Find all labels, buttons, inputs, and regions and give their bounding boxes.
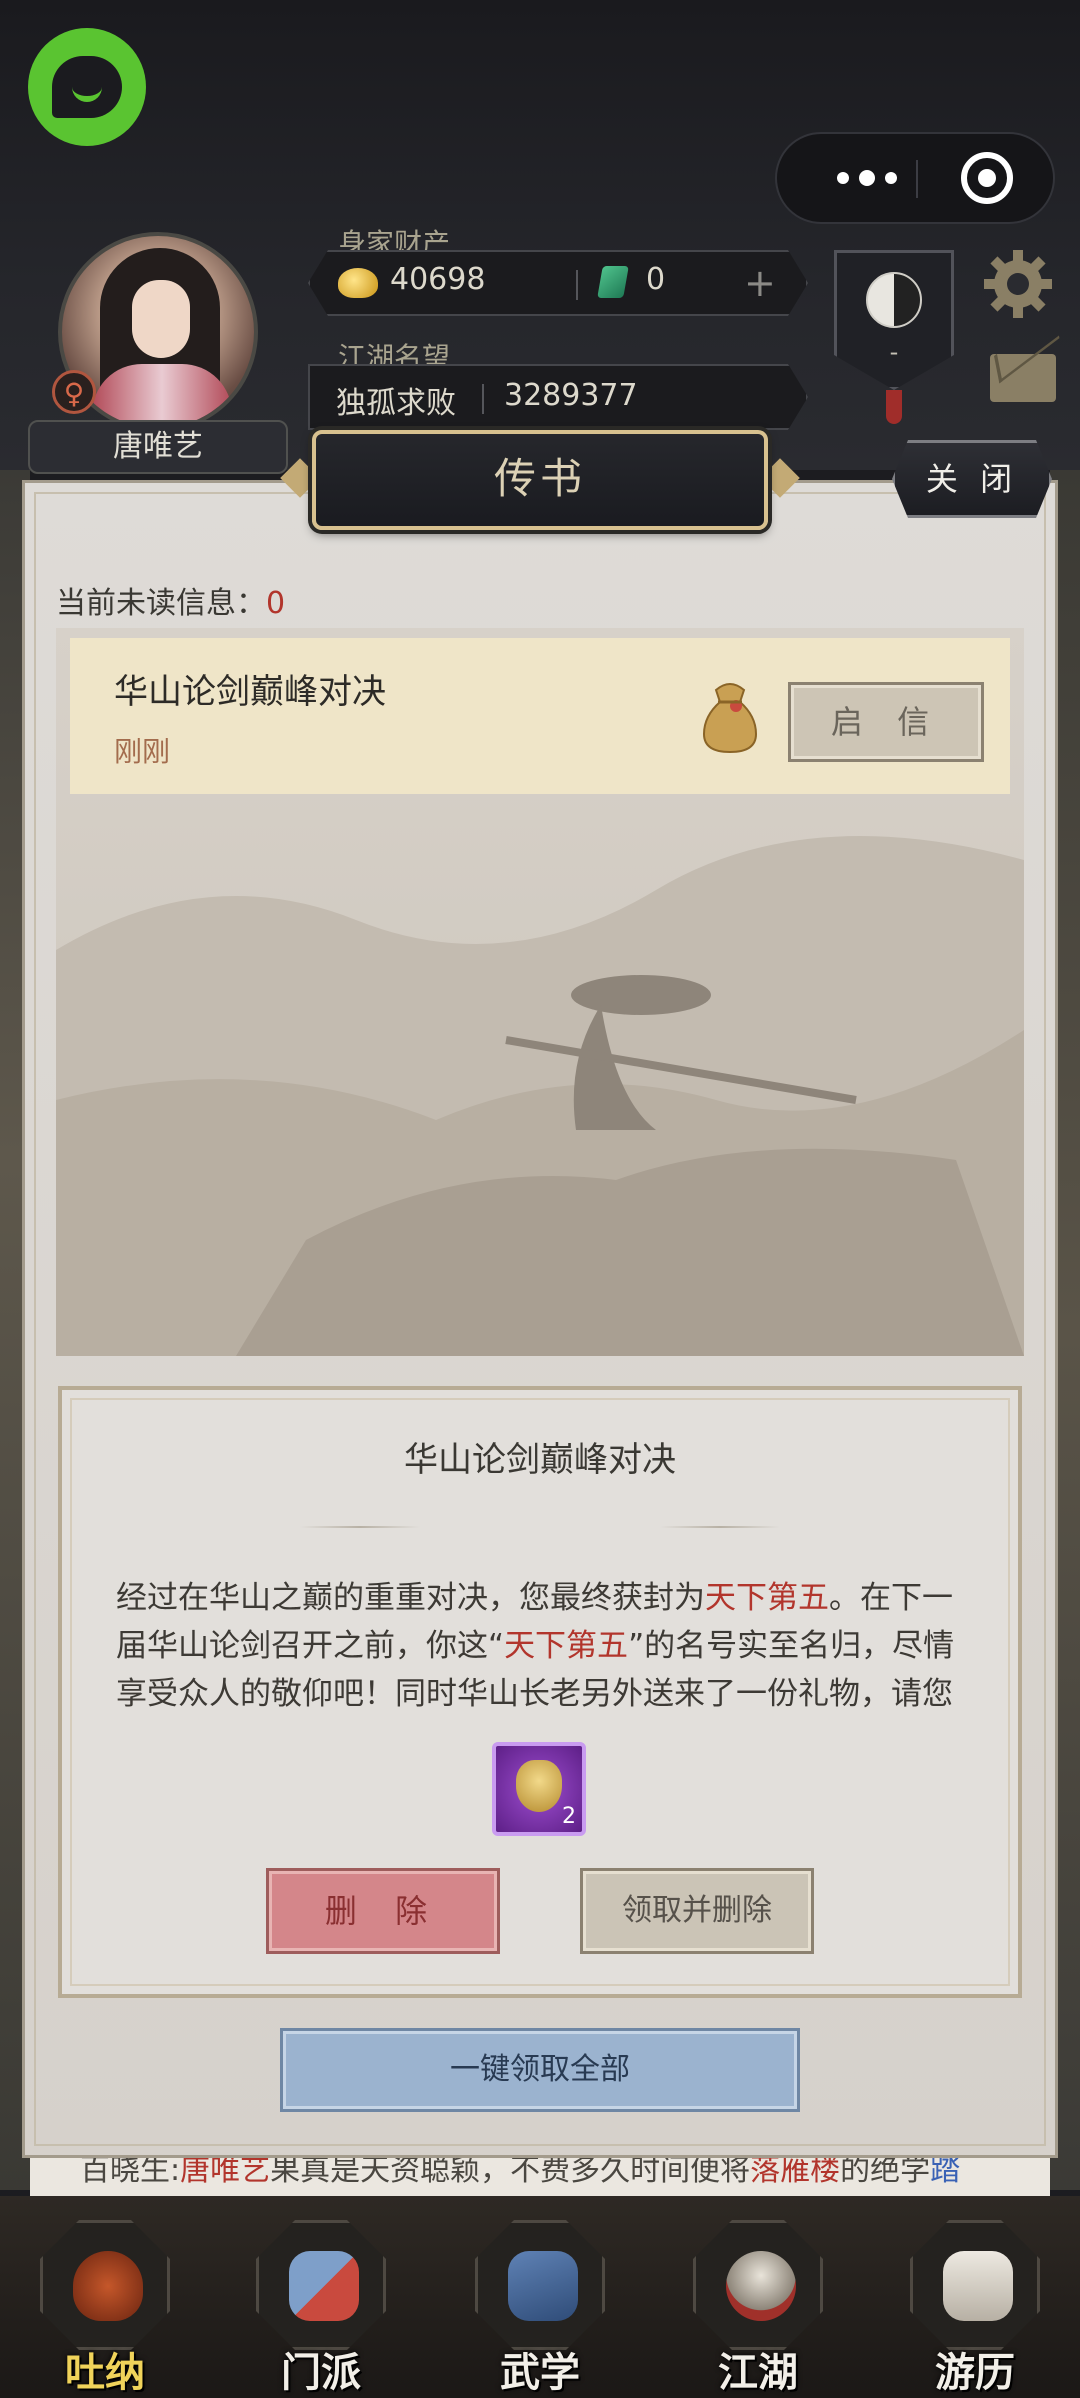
nav-label: 游历 — [935, 2349, 1015, 2396]
hat-icon — [693, 2220, 823, 2350]
gold-ingot-icon — [338, 268, 378, 298]
sect-badge-label: - — [889, 338, 899, 366]
divider — [576, 270, 578, 300]
jade-value: 0 — [646, 262, 666, 297]
chat-player-link[interactable]: 唐唯艺 — [180, 2153, 270, 2188]
token-icon — [516, 1760, 562, 1812]
nav-item-youli[interactable]: 游历 — [900, 2212, 1050, 2396]
unread-count: 0 — [266, 586, 286, 621]
nav-label: 武学 — [500, 2349, 580, 2396]
gear-icon[interactable] — [980, 246, 1056, 322]
close-miniprogram-icon[interactable] — [961, 152, 1013, 204]
close-button[interactable]: 关 闭 — [892, 440, 1052, 518]
message-time: 刚刚 — [114, 735, 171, 768]
reputation-title: 独孤求败 — [336, 386, 456, 421]
divider — [482, 384, 484, 414]
nav-label: 江湖 — [718, 2349, 798, 2396]
nav-item-tuna[interactable]: 吐纳 — [30, 2212, 180, 2396]
message-title: 华山论剑巅峰对决 — [114, 672, 386, 712]
horse-icon — [910, 2220, 1040, 2350]
claim-all-button[interactable]: 一键领取全部 — [280, 2028, 800, 2112]
yin-yang-icon — [866, 272, 922, 328]
delete-button[interactable]: 删 除 — [266, 1868, 500, 1954]
letter-title: 华山论剑巅峰对决 — [404, 1440, 676, 1480]
open-letter-button[interactable]: 启 信 — [788, 682, 984, 762]
more-icon[interactable] — [817, 134, 917, 222]
app-logo-icon — [28, 28, 146, 146]
divider — [660, 1526, 780, 1528]
divider — [300, 1526, 420, 1528]
gift-bag-icon — [702, 683, 758, 754]
add-currency-button[interactable]: + — [744, 264, 776, 302]
unread-info: 当前未读信息：0 — [56, 578, 285, 622]
letter-body: 经过在华山之巅的重重对决，您最终获封为天下第五。在下一届华山论剑召开之前，你这“… — [116, 1580, 955, 1712]
scroll-icon — [475, 2220, 605, 2350]
nav-item-jianghu[interactable]: 江湖 — [683, 2212, 833, 2396]
nav-label: 门派 — [281, 2349, 361, 2396]
flag-icon — [256, 2220, 386, 2350]
capsule-menu — [775, 132, 1055, 224]
reputation-value: 3289377 — [504, 378, 638, 413]
tassel-icon — [886, 390, 902, 424]
nav-item-menpai[interactable]: 门派 — [246, 2212, 396, 2396]
unread-label: 当前未读信息： — [56, 586, 266, 621]
gourd-icon — [40, 2220, 170, 2350]
nav-item-wuxue[interactable]: 武学 — [465, 2212, 615, 2396]
rank-highlight: 天下第五 — [504, 1628, 629, 1664]
ink-landscape-image — [56, 836, 1024, 1356]
nav-label: 吐纳 — [65, 2349, 145, 2396]
chat-place-link[interactable]: 落雁楼 — [750, 2153, 840, 2188]
mail-icon[interactable] — [990, 354, 1056, 402]
gold-value: 40698 — [390, 262, 486, 297]
reward-count: 2 — [562, 1804, 576, 1829]
female-icon: ♀ — [52, 370, 96, 414]
wealth-bar — [308, 250, 808, 316]
claim-and-delete-button[interactable]: 领取并删除 — [580, 1868, 814, 1954]
rank-highlight: 天下第五 — [705, 1580, 829, 1616]
player-name: 唐唯艺 — [28, 420, 288, 474]
dialog-title: 传书 — [312, 430, 768, 530]
